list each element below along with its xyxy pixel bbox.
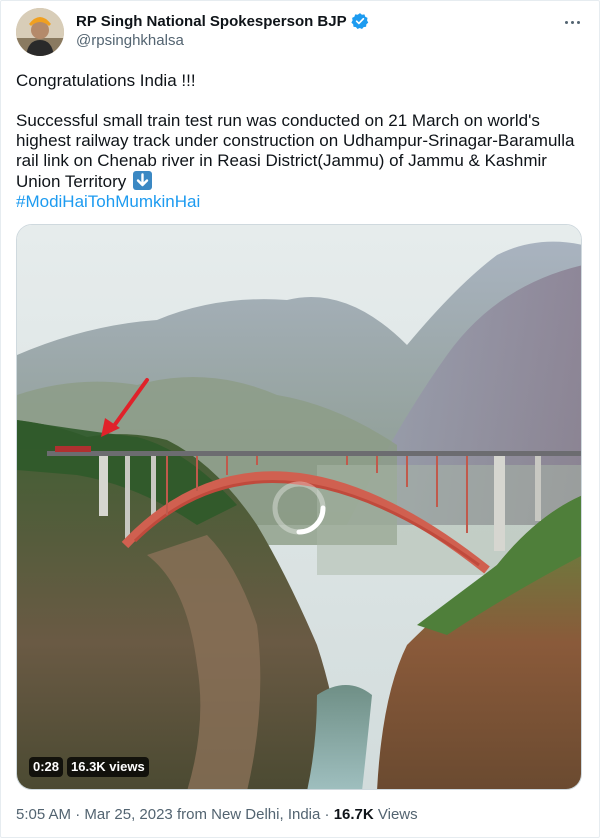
author-handle[interactable]: @rpsinghkhalsa	[76, 32, 184, 49]
views-label: Views	[377, 806, 418, 823]
video-duration-badge: 0:28	[29, 757, 64, 777]
video-player[interactable]: 0:28 16.3K views	[16, 224, 582, 790]
hashtag-link[interactable]: #ModiHaiTohMumkinHai	[16, 192, 200, 211]
author-name[interactable]: RP Singh National Spokesperson BJP	[76, 13, 347, 30]
verified-badge-icon	[351, 12, 369, 30]
views-count: 16.7K	[333, 806, 374, 823]
tweet-text: Congratulations India !!! Successful sma…	[16, 71, 576, 212]
timestamp-time[interactable]: 5:05 AM	[16, 806, 71, 823]
train	[55, 446, 91, 452]
meta-separator: ·	[75, 806, 81, 823]
timestamp-date[interactable]: Mar 25, 2023	[84, 806, 172, 823]
down-arrow-emoji-icon	[132, 171, 152, 190]
tweet-line-congrats: Congratulations India !!!	[16, 71, 196, 90]
tweet-body: Successful small train test run was cond…	[16, 111, 575, 191]
tweet-location: from New Delhi, India	[176, 806, 321, 823]
video-views-badge: 16.3K views	[67, 757, 149, 777]
avatar[interactable]	[16, 8, 64, 56]
more-options-icon[interactable]	[560, 10, 584, 34]
tweet-metadata: 5:05 AM · Mar 25, 2023 from New Delhi, I…	[16, 806, 418, 823]
meta-separator-2: ·	[324, 806, 330, 823]
video-thumbnail	[17, 225, 581, 789]
